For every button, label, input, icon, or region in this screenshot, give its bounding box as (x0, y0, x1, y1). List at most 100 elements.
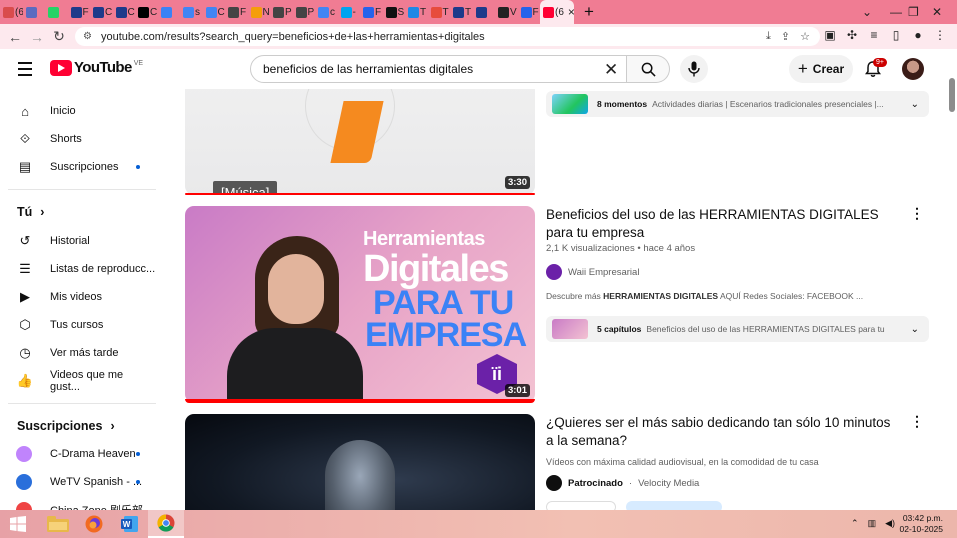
taskbar-file-explorer[interactable] (40, 510, 76, 538)
browser-tab[interactable] (473, 0, 496, 24)
browser-tab[interactable]: F (518, 0, 541, 24)
tab-favicon-icon (498, 6, 509, 18)
system-clock[interactable]: 03:42 p.m. 02-10-2025 (900, 513, 943, 535)
sidebar-section-you[interactable]: Tú › (17, 205, 44, 219)
extensions-puzzle-icon[interactable]: ✣ (844, 28, 860, 42)
sidebar-section-subscriptions[interactable]: Suscripciones › (17, 419, 115, 433)
active-browser-tab[interactable]: (6 × (540, 0, 574, 24)
forward-button[interactable]: → (26, 29, 48, 45)
more-options-icon[interactable]: ⋮ (910, 414, 924, 428)
sidebar-item-playlists[interactable]: ☰ Listas de reproducc... (16, 258, 156, 280)
sidebar-item-courses[interactable]: ⬡ Tus cursos (16, 314, 156, 336)
browser-tab[interactable]: P (293, 0, 316, 24)
browser-tab[interactable]: F (225, 0, 248, 24)
sidebar-item-shorts[interactable]: ⟐ Shorts (16, 128, 156, 150)
browser-tab[interactable]: C (90, 0, 113, 24)
ad-action-button[interactable] (546, 501, 616, 510)
voice-search-button[interactable] (680, 55, 708, 83)
key-moments-bar[interactable]: 8 momentos Actividades diarias | Escenar… (546, 91, 929, 117)
bookmark-star-icon[interactable]: ☆ (800, 30, 810, 43)
browser-tab[interactable]: V (495, 0, 518, 24)
tab-search-icon[interactable]: ⌄ (862, 0, 872, 24)
home-icon: ⌂ (21, 103, 29, 119)
tab-label: N (262, 6, 270, 18)
volume-icon[interactable]: ◀) (885, 518, 895, 529)
show-hidden-icons-icon[interactable]: ⌃ (851, 518, 859, 529)
browser-tab[interactable]: T (405, 0, 428, 24)
share-icon[interactable]: ⇪ (781, 30, 790, 43)
browser-tab[interactable]: C (113, 0, 136, 24)
channel-link[interactable]: Waii Empresarial (546, 264, 639, 280)
tab-favicon-icon (385, 6, 397, 18)
media-controls-icon[interactable]: ≡ (866, 28, 882, 42)
browser-tab[interactable]: - (338, 0, 361, 24)
browser-tab[interactable]: s (180, 0, 203, 24)
sidebar-sub-wetv-spanish[interactable]: WeTV Spanish - ... (16, 471, 156, 493)
browser-tab[interactable]: T (428, 0, 451, 24)
ad-cta-button[interactable] (626, 501, 722, 510)
browser-tab[interactable] (23, 0, 46, 24)
sidebar-sub-china-zone[interactable]: China Zone 剧乐部 (16, 499, 156, 510)
profile-icon[interactable]: ● (910, 28, 926, 42)
account-avatar[interactable] (902, 58, 924, 80)
video-thumbnail[interactable]: Herramientas Digitales PARA TU EMPRESA ï… (185, 206, 535, 403)
side-panel-icon[interactable]: ▯ (888, 28, 904, 42)
chapters-bar[interactable]: 5 capítulos Beneficios del uso de las HE… (546, 316, 929, 342)
back-button[interactable]: ← (4, 29, 26, 45)
start-button[interactable] (0, 510, 36, 538)
extension-s-icon[interactable]: ▣ (822, 28, 838, 42)
browser-tab[interactable]: F (68, 0, 91, 24)
install-icon[interactable]: ⤓ (766, 30, 771, 43)
site-info-icon[interactable]: ⚙ (83, 31, 92, 42)
maximize-button[interactable]: ❐ (908, 0, 919, 24)
sidebar-item-watch-later[interactable]: ◷ Ver más tarde (16, 342, 156, 364)
close-tab-icon[interactable]: × (568, 5, 574, 19)
clear-search-icon[interactable]: ✕ (604, 60, 618, 80)
browser-tab[interactable]: P (270, 0, 293, 24)
tab-favicon-icon (228, 6, 239, 18)
taskbar-word[interactable]: W (112, 510, 148, 538)
browser-tab[interactable]: (6 (0, 0, 23, 24)
url-field[interactable]: ⚙ youtube.com/results?search_query=benef… (75, 27, 820, 46)
browser-tab[interactable]: N (248, 0, 271, 24)
tab-label: c (330, 6, 335, 18)
reload-button[interactable]: ↻ (48, 28, 70, 45)
scrollbar-thumb[interactable] (949, 78, 955, 112)
taskbar-chrome[interactable] (148, 510, 184, 538)
browser-tab[interactable]: S (383, 0, 406, 24)
browser-tab[interactable]: F (360, 0, 383, 24)
menu-icon[interactable] (18, 62, 32, 80)
sidebar-item-suscripciones[interactable]: ▤ Suscripciones (16, 156, 156, 178)
chrome-menu-icon[interactable]: ⋮ (932, 28, 948, 42)
more-options-icon[interactable]: ⋮ (910, 206, 924, 220)
watch-progress-bar (185, 399, 535, 403)
minimize-button[interactable]: — (890, 0, 902, 24)
network-icon[interactable]: ▥ (868, 518, 877, 529)
new-tab-button[interactable]: + (580, 2, 598, 22)
browser-tab[interactable] (158, 0, 181, 24)
close-window-button[interactable]: ✕ (932, 0, 942, 24)
browser-tab[interactable]: C (203, 0, 226, 24)
sidebar-item-historial[interactable]: ↺ Historial (16, 230, 156, 252)
ad-thumbnail[interactable] (185, 414, 535, 510)
search-button[interactable] (627, 55, 670, 83)
youtube-logo[interactable]: YouTube VE (50, 59, 143, 76)
video-title-link[interactable]: Beneficios del uso de las HERRAMIENTAS D… (546, 206, 891, 242)
taskbar-firefox[interactable] (76, 510, 112, 538)
create-button[interactable]: + Crear (789, 55, 853, 83)
browser-tab[interactable]: C (135, 0, 158, 24)
ad-title-link[interactable]: ¿Quieres ser el más sabio dedicando tan … (546, 414, 891, 450)
page-scrollbar[interactable] (947, 89, 957, 510)
sidebar-sub-c-drama-heaven[interactable]: C-Drama Heaven (16, 443, 156, 465)
tab-label: S (397, 6, 405, 18)
browser-tab[interactable]: T (450, 0, 473, 24)
search-input[interactable]: beneficios de las herramientas digitales (250, 55, 627, 83)
sidebar-item-inicio[interactable]: ⌂ Inicio (16, 100, 156, 122)
sidebar-item-liked-videos[interactable]: 👍 Videos que me gust... (16, 369, 156, 393)
subscriptions-icon: ▤ (18, 159, 32, 174)
sidebar-item-my-videos[interactable]: ▶ Mis videos (16, 286, 156, 308)
video-thumbnail[interactable]: [Música] 3:30 (185, 89, 535, 195)
browser-tab[interactable] (45, 0, 68, 24)
browser-tab[interactable]: c (315, 0, 338, 24)
advertiser-link[interactable]: Patrocinado · Velocity Media (546, 475, 699, 491)
